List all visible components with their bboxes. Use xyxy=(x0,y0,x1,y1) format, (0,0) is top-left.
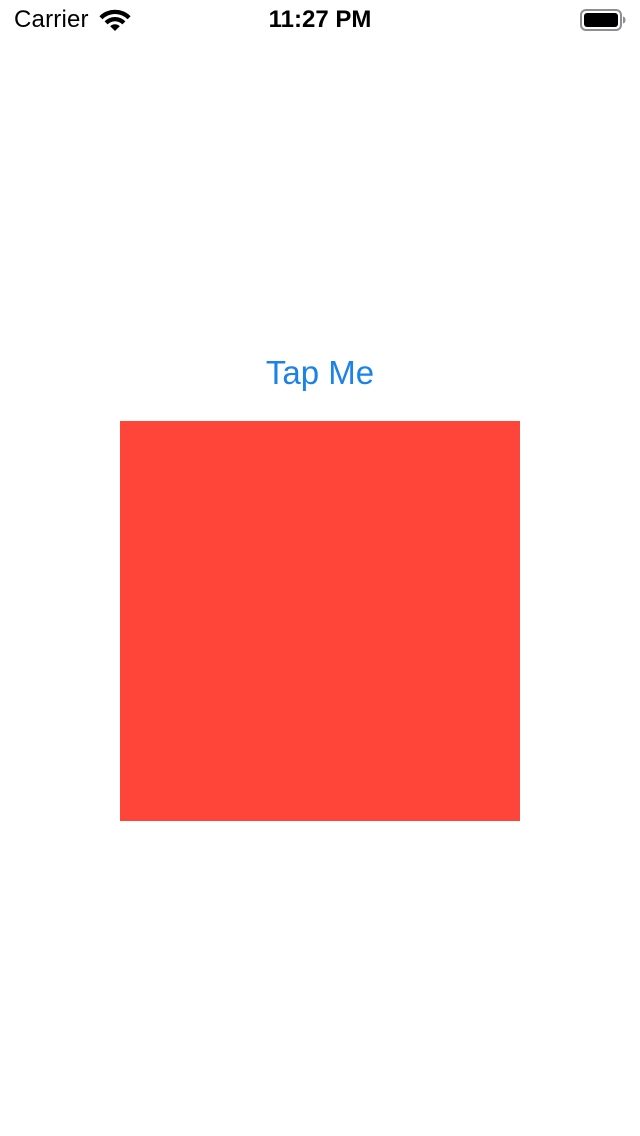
tap-me-button[interactable]: Tap Me xyxy=(0,354,640,392)
battery-icon xyxy=(580,9,626,31)
status-bar: Carrier 11:27 PM xyxy=(0,0,640,40)
red-square-view xyxy=(120,421,520,821)
app-screen: Carrier 11:27 PM Tap Me xyxy=(0,0,640,1136)
status-time: 11:27 PM xyxy=(268,6,372,33)
